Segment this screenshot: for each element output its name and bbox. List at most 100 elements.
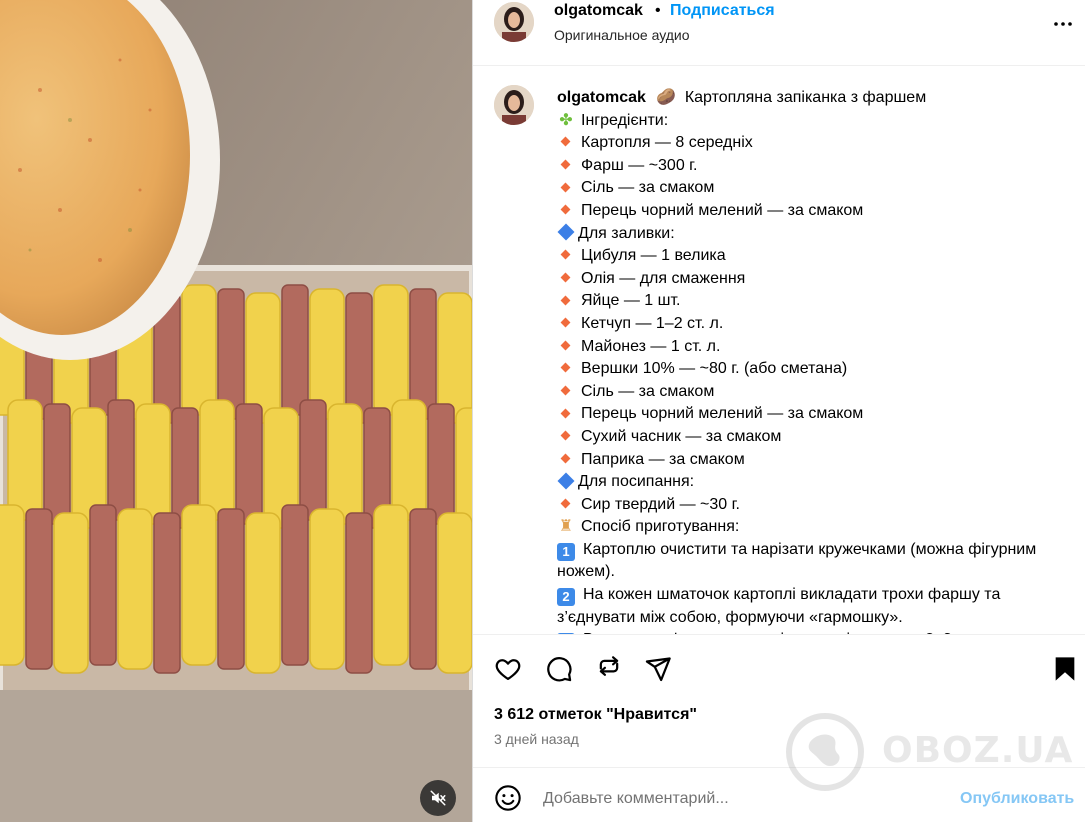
potato-slice [373,284,409,416]
meat-layer [217,508,245,670]
caption-list-item: Майонез — 1 ст. л. [557,336,1067,359]
meat-layer [235,403,263,525]
profile-photo [494,2,534,42]
caption-scroll-area[interactable]: olgatomcak 🥔 Картопляна запіканка з фарш… [473,67,1085,634]
potato-slice [117,508,153,670]
post-actions [473,634,1085,700]
header-username[interactable]: olgatomcak [554,2,643,20]
orange-diamond-icon [560,362,571,373]
comment-icon[interactable] [545,655,573,683]
list-item-text: Сухий часник — за смаком [581,427,782,445]
topping-heading-line: Для посипання: [557,471,1067,494]
caption-list-item: Паприка — за смаком [557,449,1067,472]
caption-username[interactable]: olgatomcak [557,89,646,106]
caption-list-item: Олія — для смаження [557,268,1067,291]
caption-list-item: Цибуля — 1 велика [557,245,1067,268]
method-step: 1 Картоплю очистити та нарізати кружечкам… [557,539,1067,584]
orange-diamond-icon [560,385,571,396]
heart-icon[interactable] [494,655,522,683]
repost-icon[interactable] [595,655,623,683]
list-item-text: Кетчуп — 1–2 ст. л. [581,314,724,332]
list-item-text: Паприка — за смаком [581,450,745,468]
avatar[interactable] [494,2,534,42]
likes-count[interactable]: 3 612 отметок "Нравится" [494,706,697,724]
list-item-text: Сіль — за смаком [581,382,715,400]
potato-slice [327,403,363,525]
filling-list: Цибуля — 1 велика Олія — для смаження Яйце… [557,245,1067,471]
send-icon[interactable] [644,655,672,683]
step-text: На кожен шматочок картоплі викладати тро… [557,586,1001,626]
potato-slice [245,512,281,674]
profile-photo [494,85,534,125]
blue-diamond-icon [557,223,575,241]
meat-layer [409,508,437,670]
caption-list-item: Сир твердий — ~30 г. [557,494,1067,517]
list-item-text: Перець чорний мелений — за смаком [581,201,864,219]
potato-slice [391,399,427,521]
ingredients-list: Картопля — 8 середніх Фарш — ~300 г. Сіль … [557,132,1067,222]
list-item-text: Вершки 10% — ~80 г. (або сметана) [581,360,848,378]
follow-button[interactable]: Подписаться [670,2,775,20]
caption-list-item: Сухий часник — за смаком [557,426,1067,449]
post-header: olgatomcak • Подписаться Оригинальное ау… [473,0,1085,66]
caption-list-item: Сіль — за смаком [557,381,1067,404]
topping-heading: Для посипання: [578,473,695,491]
potato-slice [437,512,472,674]
post-caption: olgatomcak 🥔 Картопляна запіканка з фарш… [557,87,1067,634]
caption-list-item: Фарш — ~300 г. [557,155,1067,178]
ingredients-heading: Інгредієнти: [581,111,669,129]
puzzle-emoji-icon: ✤ [559,111,573,129]
orange-diamond-icon [560,182,571,193]
header-separator: • [655,2,661,19]
emoji-picker-icon[interactable] [494,784,522,812]
meat-layer [427,403,455,525]
potato-slice [0,504,25,666]
potato-slice [181,504,217,666]
potato-slice [7,399,43,521]
caption-list-item: Картопля — 8 середніх [557,132,1067,155]
potato-slice [181,284,217,416]
orange-diamond-icon [560,295,571,306]
blue-diamond-icon [557,472,575,490]
caption-list-item: Кетчуп — 1–2 ст. л. [557,313,1067,336]
list-item-text: Олія — для смаження [581,269,746,287]
orange-diamond-icon [560,408,571,419]
potato-slice [373,504,409,666]
number-keycap-icon: 2 [557,588,575,607]
potato-emoji-icon: 🥔 [656,89,677,106]
steps-list: 1 Картоплю очистити та нарізати кружечкам… [557,539,1067,634]
method-heading: Спосіб приготування: [581,518,740,536]
meat-layer [281,504,309,666]
bookmark-icon[interactable] [1051,655,1079,683]
meat-layer [299,399,327,521]
orange-diamond-icon [560,430,571,441]
meat-layer [25,508,53,670]
list-item-text: Цибуля — 1 велика [581,247,726,265]
list-item-text: Майонез — 1 ст. л. [581,337,721,355]
caption-avatar[interactable] [494,85,534,125]
orange-diamond-icon [560,204,571,215]
comment-input[interactable] [543,788,923,810]
casserole-photo [0,0,472,822]
publish-button[interactable]: Опубликовать [960,790,1074,808]
post-side-panel: olgatomcak • Подписаться Оригинальное ау… [472,0,1085,822]
original-audio-link[interactable]: Оригинальное аудио [554,27,690,43]
ingredients-heading-line: ✤ Інгредієнти: [557,110,1067,133]
mute-button[interactable] [420,780,456,816]
post-media[interactable] [0,0,472,822]
orange-diamond-icon [560,498,571,509]
recipe-title: Картопляна запіканка з фаршем [684,89,927,106]
post-timestamp[interactable]: 3 дней назад [494,731,579,747]
list-item-text: Яйце — 1 шт. [581,292,681,310]
more-options-icon[interactable] [1051,12,1075,36]
caption-list-item: Яйце — 1 шт. [557,290,1067,313]
meat-layer [43,403,71,525]
potato-slice [309,508,345,670]
comment-bar: Опубликовать [473,767,1085,822]
potato-slice [135,403,171,525]
list-item-text: Фарш — ~300 г. [581,156,698,174]
meat-layer [345,512,373,674]
method-step: 2 На кожен шматочок картоплі викладати тр… [557,584,1067,629]
filling-heading: Для заливки: [578,224,675,242]
orange-diamond-icon [560,317,571,328]
